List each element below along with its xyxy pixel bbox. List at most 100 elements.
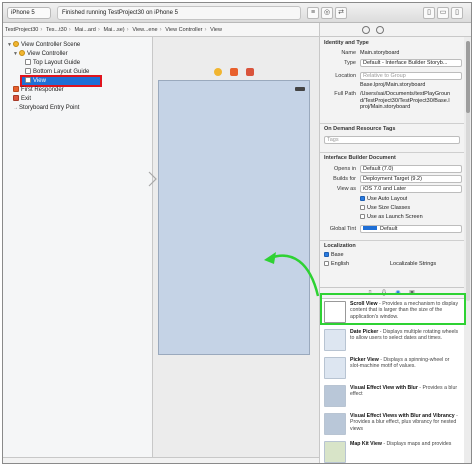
checkbox-icon[interactable] xyxy=(360,205,365,210)
fullpath-value: /Users/sai/Documents/testPlayGround/Test… xyxy=(360,91,451,110)
editor-version-icon[interactable]: ⇄ xyxy=(335,7,347,19)
utilities-pane: Identity and Type Name Main.storyboard T… xyxy=(319,23,471,463)
scene-icon xyxy=(13,41,19,47)
library-item-title: Picker View xyxy=(350,357,379,363)
view-controller-icon xyxy=(19,50,25,56)
viewas-label: View as xyxy=(336,186,356,192)
outline-label: Storyboard Entry Point xyxy=(19,105,80,111)
blur-view-icon xyxy=(324,385,346,407)
location-popup[interactable]: Relative to Group xyxy=(360,72,462,80)
jump-bar-item[interactable]: View xyxy=(208,23,224,36)
loc-base-checkbox[interactable]: Base xyxy=(324,252,344,258)
launchscreen-checkbox[interactable]: Use as Launch Screen xyxy=(360,214,423,220)
checkbox-label: Use as Launch Screen xyxy=(367,214,423,220)
builds-popup[interactable]: Deployment Target (9.2) xyxy=(360,175,462,183)
document-outline: ▼ View Controller Scene ▼ View Controller … xyxy=(3,37,153,463)
editor-assistant-icon[interactable]: ◎ xyxy=(321,7,333,19)
disclosure-triangle-icon[interactable]: ▼ xyxy=(7,41,13,49)
section-ondemand-title: On Demand Resource Tags xyxy=(324,126,396,132)
exit-icon xyxy=(13,95,19,101)
viewas-popup[interactable]: iOS 7.0 and Later xyxy=(360,185,462,193)
jump-bar-item[interactable]: Tes...t30 xyxy=(44,23,69,36)
jump-bar-item[interactable]: View...ene xyxy=(130,23,159,36)
tags-field[interactable]: Tags xyxy=(324,136,460,144)
storyboard-canvas[interactable] xyxy=(148,37,319,463)
utilities-toggle-icon[interactable]: ▯ xyxy=(451,7,463,19)
map-kit-view-icon xyxy=(324,441,346,463)
scheme-selector[interactable]: iPhone 5 xyxy=(7,7,51,19)
layout-guide-icon xyxy=(25,68,31,74)
inspector-tabs xyxy=(320,23,471,37)
outline-label: Exit xyxy=(21,96,32,102)
opens-popup[interactable]: Default (7.0) xyxy=(360,165,462,173)
type-popup[interactable]: Default - Interface Builder Storyb... xyxy=(360,59,462,67)
checkbox-checked-icon[interactable] xyxy=(360,196,365,201)
jump-bar: TestProject30 › Tes...t30 › Mai...ard › Mai… xyxy=(3,23,319,37)
checkbox-icon[interactable] xyxy=(324,261,329,266)
editor-standard-icon[interactable]: ≡ xyxy=(307,7,319,19)
navigator-toggle-icon[interactable]: ▯ xyxy=(423,7,435,19)
outline-row-top-guide[interactable]: Top Layout Guide xyxy=(25,59,80,67)
green-annotation-box xyxy=(320,293,466,325)
jump-bar-item[interactable]: Mai...se) xyxy=(102,23,127,36)
view-controller-view[interactable] xyxy=(158,80,310,355)
section-identity-title: Identity and Type xyxy=(324,40,369,46)
globaltint-label: Global Tint xyxy=(329,226,356,232)
autolayout-checkbox[interactable]: Use Auto Layout xyxy=(360,196,407,202)
globaltint-value: Default xyxy=(380,226,398,232)
divider xyxy=(320,152,464,153)
name-label: Name xyxy=(341,50,356,56)
outline-row-entry-point[interactable]: →Storyboard Entry Point xyxy=(13,104,79,112)
library-item-text: Visual Effect View with Blur - Provides … xyxy=(350,385,460,398)
location-label: Location xyxy=(335,73,356,79)
location-file: Base.lproj/Main.storyboard xyxy=(360,82,426,88)
library-item-map-kit-view[interactable]: Map Kit View - Displays maps and provide… xyxy=(320,439,464,463)
activity-viewer: Finished running TestProject30 on iPhone… xyxy=(57,6,301,20)
opens-label: Opens in xyxy=(333,166,356,172)
library-item-date-picker[interactable]: Date Picker - Displays multiple rotating… xyxy=(320,327,464,355)
library-item-blur-view[interactable]: Visual Effect View with Blur - Provides … xyxy=(320,383,464,411)
first-responder-dock-icon[interactable] xyxy=(230,68,238,76)
outline-row-first-responder[interactable]: First Responder xyxy=(13,86,64,94)
file-inspector-icon[interactable] xyxy=(362,26,370,34)
view-controller-dock-icon[interactable] xyxy=(214,68,222,76)
quick-help-icon[interactable] xyxy=(376,26,384,34)
entry-point-arrow-icon[interactable] xyxy=(148,171,158,187)
library-item-text: Visual Effect Views with Blur and Vibran… xyxy=(350,413,460,432)
layout-guide-icon xyxy=(25,59,31,65)
divider xyxy=(320,123,464,124)
library-item-picker-view[interactable]: Picker View - Displays a spinning-wheel … xyxy=(320,355,464,383)
loc-strings-popup[interactable]: Localizable Strings xyxy=(390,261,436,267)
outline-label: Top Layout Guide xyxy=(33,60,81,66)
checkbox-checked-icon[interactable] xyxy=(324,252,329,257)
disclosure-triangle-icon[interactable]: ▼ xyxy=(13,50,19,58)
jump-bar-item[interactable]: TestProject30 xyxy=(3,23,40,36)
canvas-bottom-bar xyxy=(3,457,319,463)
library-item-title: Visual Effect View with Blur xyxy=(350,385,418,391)
section-ibdoc-title: Interface Builder Document xyxy=(324,155,396,161)
library-item-title: Date Picker xyxy=(350,329,379,335)
exit-dock-icon[interactable] xyxy=(246,68,254,76)
library-item-text: Date Picker - Displays multiple rotating… xyxy=(350,329,460,342)
library-item-title: Visual Effect Views with Blur and Vibran… xyxy=(350,413,455,419)
jump-bar-item[interactable]: View Controller xyxy=(163,23,204,36)
picker-view-icon xyxy=(324,357,346,379)
globaltint-popup[interactable]: Default xyxy=(360,225,462,233)
outline-row-controller[interactable]: ▼ View Controller xyxy=(13,50,68,58)
library-item-vibrancy-view[interactable]: Visual Effect Views with Blur and Vibran… xyxy=(320,411,464,439)
scrollbar-thumb[interactable] xyxy=(466,41,470,113)
sizeclasses-checkbox[interactable]: Use Size Classes xyxy=(360,205,410,211)
battery-icon xyxy=(295,87,305,91)
outline-row-exit[interactable]: Exit xyxy=(13,95,31,103)
jump-bar-item[interactable]: Mai...ard xyxy=(72,23,97,36)
checkbox-label: English xyxy=(331,261,350,267)
debug-toggle-icon[interactable]: ▭ xyxy=(437,7,449,19)
toolbar: iPhone 5 Finished running TestProject30 … xyxy=(3,3,471,23)
checkbox-icon[interactable] xyxy=(360,214,365,219)
loc-english-checkbox[interactable]: English xyxy=(324,261,349,267)
checkbox-label: Base xyxy=(331,252,344,258)
type-label: Type xyxy=(344,60,356,66)
outline-row-scene[interactable]: ▼ View Controller Scene xyxy=(7,41,80,49)
checkbox-label: Use Auto Layout xyxy=(367,196,408,202)
inspector-scrollbar[interactable] xyxy=(466,41,470,301)
